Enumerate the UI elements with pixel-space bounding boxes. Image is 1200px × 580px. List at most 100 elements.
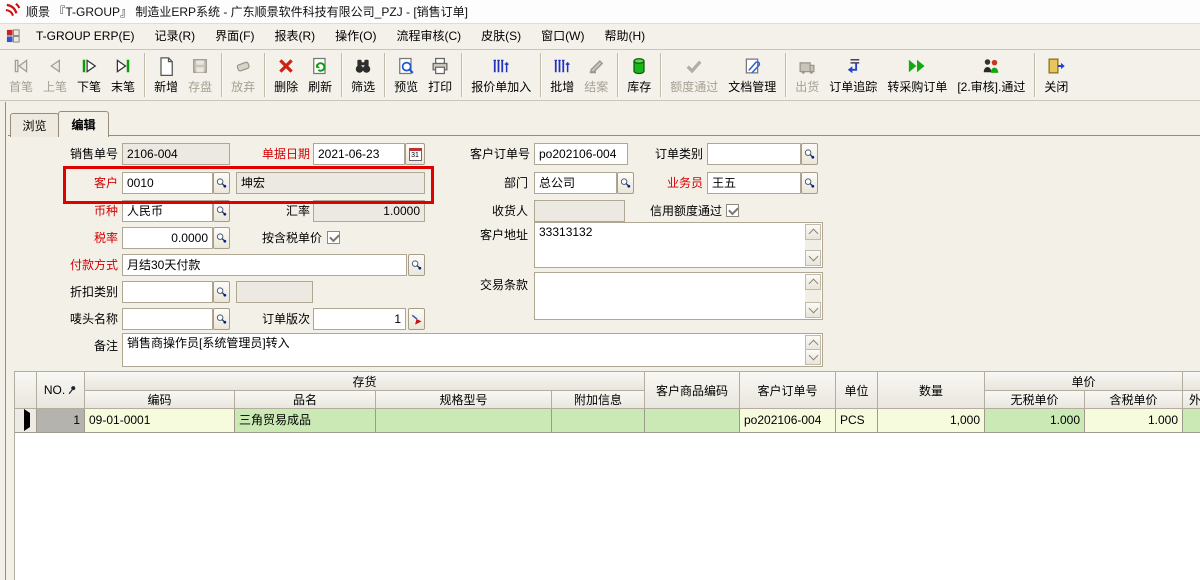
toolbar-button-first-record: 首笔	[4, 52, 38, 98]
scroll-up-button[interactable]	[805, 224, 821, 240]
scroll-up-button[interactable]	[805, 274, 821, 290]
remark-field[interactable]: 销售商操作员[系统管理员]转入	[122, 333, 823, 367]
order-version-label: 订单版次	[240, 308, 310, 330]
currency-lookup-button[interactable]	[213, 200, 230, 222]
menu-item-tgroup-erp[interactable]: T-GROUP ERP(E)	[27, 26, 143, 47]
salesman-lookup-button[interactable]	[801, 172, 818, 194]
discount-type-field[interactable]	[122, 281, 213, 303]
discount-type-lookup-button[interactable]	[213, 281, 230, 303]
print-preview-icon	[396, 56, 416, 79]
toolbar-button-last-record[interactable]: 末笔	[106, 52, 140, 98]
doc-date-calendar-button[interactable]: 31	[405, 143, 425, 165]
tax-included-checkbox[interactable]	[327, 231, 340, 244]
toolbar-button-new[interactable]: 新增	[149, 52, 183, 98]
grid-header-price-no-tax[interactable]: 无税单价	[985, 391, 1085, 409]
cell-extra[interactable]	[552, 409, 645, 433]
toolbar-button-filter[interactable]: 筛选	[346, 52, 380, 98]
paperclip-doc-icon	[742, 56, 762, 79]
tab-browse[interactable]: 浏览	[10, 113, 59, 137]
tax-rate-field[interactable]: 0.0000	[122, 227, 213, 249]
grid-header-price-with-tax[interactable]: 含税单价	[1085, 391, 1183, 409]
credit-passed-checkbox[interactable]	[726, 204, 739, 217]
payment-method-field[interactable]: 月结30天付款	[122, 254, 407, 276]
grid-group-inventory: 存货	[85, 372, 645, 391]
order-type-field[interactable]	[707, 143, 801, 165]
scroll-down-button[interactable]	[805, 349, 821, 365]
cell-cust-po[interactable]: po202106-004	[740, 409, 836, 433]
toolbar-button-order-track[interactable]: 订单追踪	[824, 52, 882, 98]
order-version-field[interactable]: 1	[313, 308, 406, 330]
prev-record-icon	[45, 56, 65, 79]
grid-header-qty[interactable]: 数量	[878, 372, 985, 409]
customer-lookup-button[interactable]	[213, 172, 230, 194]
toolbar-button-add-from-quote[interactable]: 报价单加入	[466, 52, 536, 98]
grid-group-partial	[1183, 372, 1200, 391]
consignee-label: 收货人	[458, 200, 528, 222]
cell-price-with-tax[interactable]: 1.000	[1085, 409, 1183, 433]
currency-field[interactable]: 人民币	[122, 200, 213, 222]
customer-code-field[interactable]: 0010	[122, 172, 213, 194]
cell-partial[interactable]	[1183, 409, 1200, 433]
customer-address-field[interactable]: 33313132	[534, 222, 823, 268]
grid-header-name[interactable]: 品名	[235, 391, 376, 409]
eraser-icon	[233, 56, 253, 79]
grid-header-extra[interactable]: 附加信息	[552, 391, 645, 409]
menu-item-record[interactable]: 记录(R)	[145, 26, 204, 47]
menu-bar: T-GROUP ERP(E) 记录(R) 界面(F) 报表(R) 操作(O) 流…	[0, 23, 1200, 50]
trade-terms-field[interactable]	[534, 272, 823, 320]
menu-item-help[interactable]: 帮助(H)	[595, 26, 654, 47]
tab-edit[interactable]: 编辑	[58, 111, 109, 137]
remark-text: 销售商操作员[系统管理员]转入	[127, 336, 290, 350]
toolbar-button-next-record[interactable]: 下笔	[72, 52, 106, 98]
menu-item-operate[interactable]: 操作(O)	[326, 26, 385, 47]
tab-browse-label: 浏览	[22, 117, 46, 134]
toolbar-button-close[interactable]: 关闭	[1039, 52, 1073, 98]
grid-header-code[interactable]: 编码	[85, 391, 235, 409]
sales-no-field: 2106-004	[122, 143, 230, 165]
payment-method-lookup-button[interactable]	[408, 254, 425, 276]
grid-header-unit[interactable]: 单位	[836, 372, 878, 409]
magnifier-icon	[215, 177, 228, 190]
toolbar-button-print[interactable]: 打印	[423, 52, 457, 98]
department-field[interactable]: 总公司	[534, 172, 617, 194]
cell-qty[interactable]: 1,000	[878, 409, 985, 433]
toolbar-button-delete[interactable]: 删除	[269, 52, 303, 98]
menu-item-skin[interactable]: 皮肤(S)	[472, 26, 530, 47]
scroll-down-icon	[808, 351, 818, 361]
toolbar-button-to-purchase-order[interactable]: 转采购订单	[882, 52, 952, 98]
cell-unit[interactable]: PCS	[836, 409, 878, 433]
cell-cust-item-code[interactable]	[645, 409, 740, 433]
grid-header-cust-item-code[interactable]: 客户商品编码	[645, 372, 740, 409]
cell-no[interactable]: 1	[37, 409, 85, 433]
customer-po-field[interactable]: po202106-004	[534, 143, 628, 165]
cell-name[interactable]: 三角贸易成品	[235, 409, 376, 433]
menu-item-report[interactable]: 报表(R)	[265, 26, 324, 47]
doc-date-label: 单据日期	[240, 143, 310, 165]
cell-code[interactable]: 09-01-0001	[85, 409, 235, 433]
grid-header-spec[interactable]: 规格型号	[376, 391, 552, 409]
order-version-button[interactable]	[408, 308, 425, 330]
row-indicator-cell[interactable]	[15, 409, 37, 433]
menu-item-window[interactable]: 窗口(W)	[532, 26, 593, 47]
menu-item-workflow[interactable]: 流程审核(C)	[387, 26, 470, 47]
menu-item-interface[interactable]: 界面(F)	[206, 26, 263, 47]
order-type-lookup-button[interactable]	[801, 143, 818, 165]
tax-rate-lookup-button[interactable]	[213, 227, 230, 249]
toolbar-button-refresh[interactable]: 刷新	[303, 52, 337, 98]
doc-date-field[interactable]: 2021-06-23	[313, 143, 405, 165]
grid-header-cust-po[interactable]: 客户订单号	[740, 372, 836, 409]
salesman-field[interactable]: 王五	[707, 172, 801, 194]
toolbar-button-batch-add[interactable]: 批增	[545, 52, 579, 98]
mark-name-field[interactable]	[122, 308, 213, 330]
tax-rate-label: 税率	[40, 227, 118, 249]
cell-spec[interactable]	[376, 409, 552, 433]
scroll-down-button[interactable]	[805, 302, 821, 318]
scroll-down-button[interactable]	[805, 250, 821, 266]
toolbar-button-doc-manage[interactable]: 文档管理	[723, 52, 781, 98]
toolbar-button-audit-pass[interactable]: [2.审核].通过	[952, 52, 1030, 98]
mark-name-lookup-button[interactable]	[213, 308, 230, 330]
toolbar-button-preview[interactable]: 预览	[389, 52, 423, 98]
toolbar-button-inventory[interactable]: 库存	[622, 52, 656, 98]
cell-price-no-tax[interactable]: 1.000	[985, 409, 1085, 433]
grid-header-no[interactable]: NO.	[37, 372, 85, 409]
